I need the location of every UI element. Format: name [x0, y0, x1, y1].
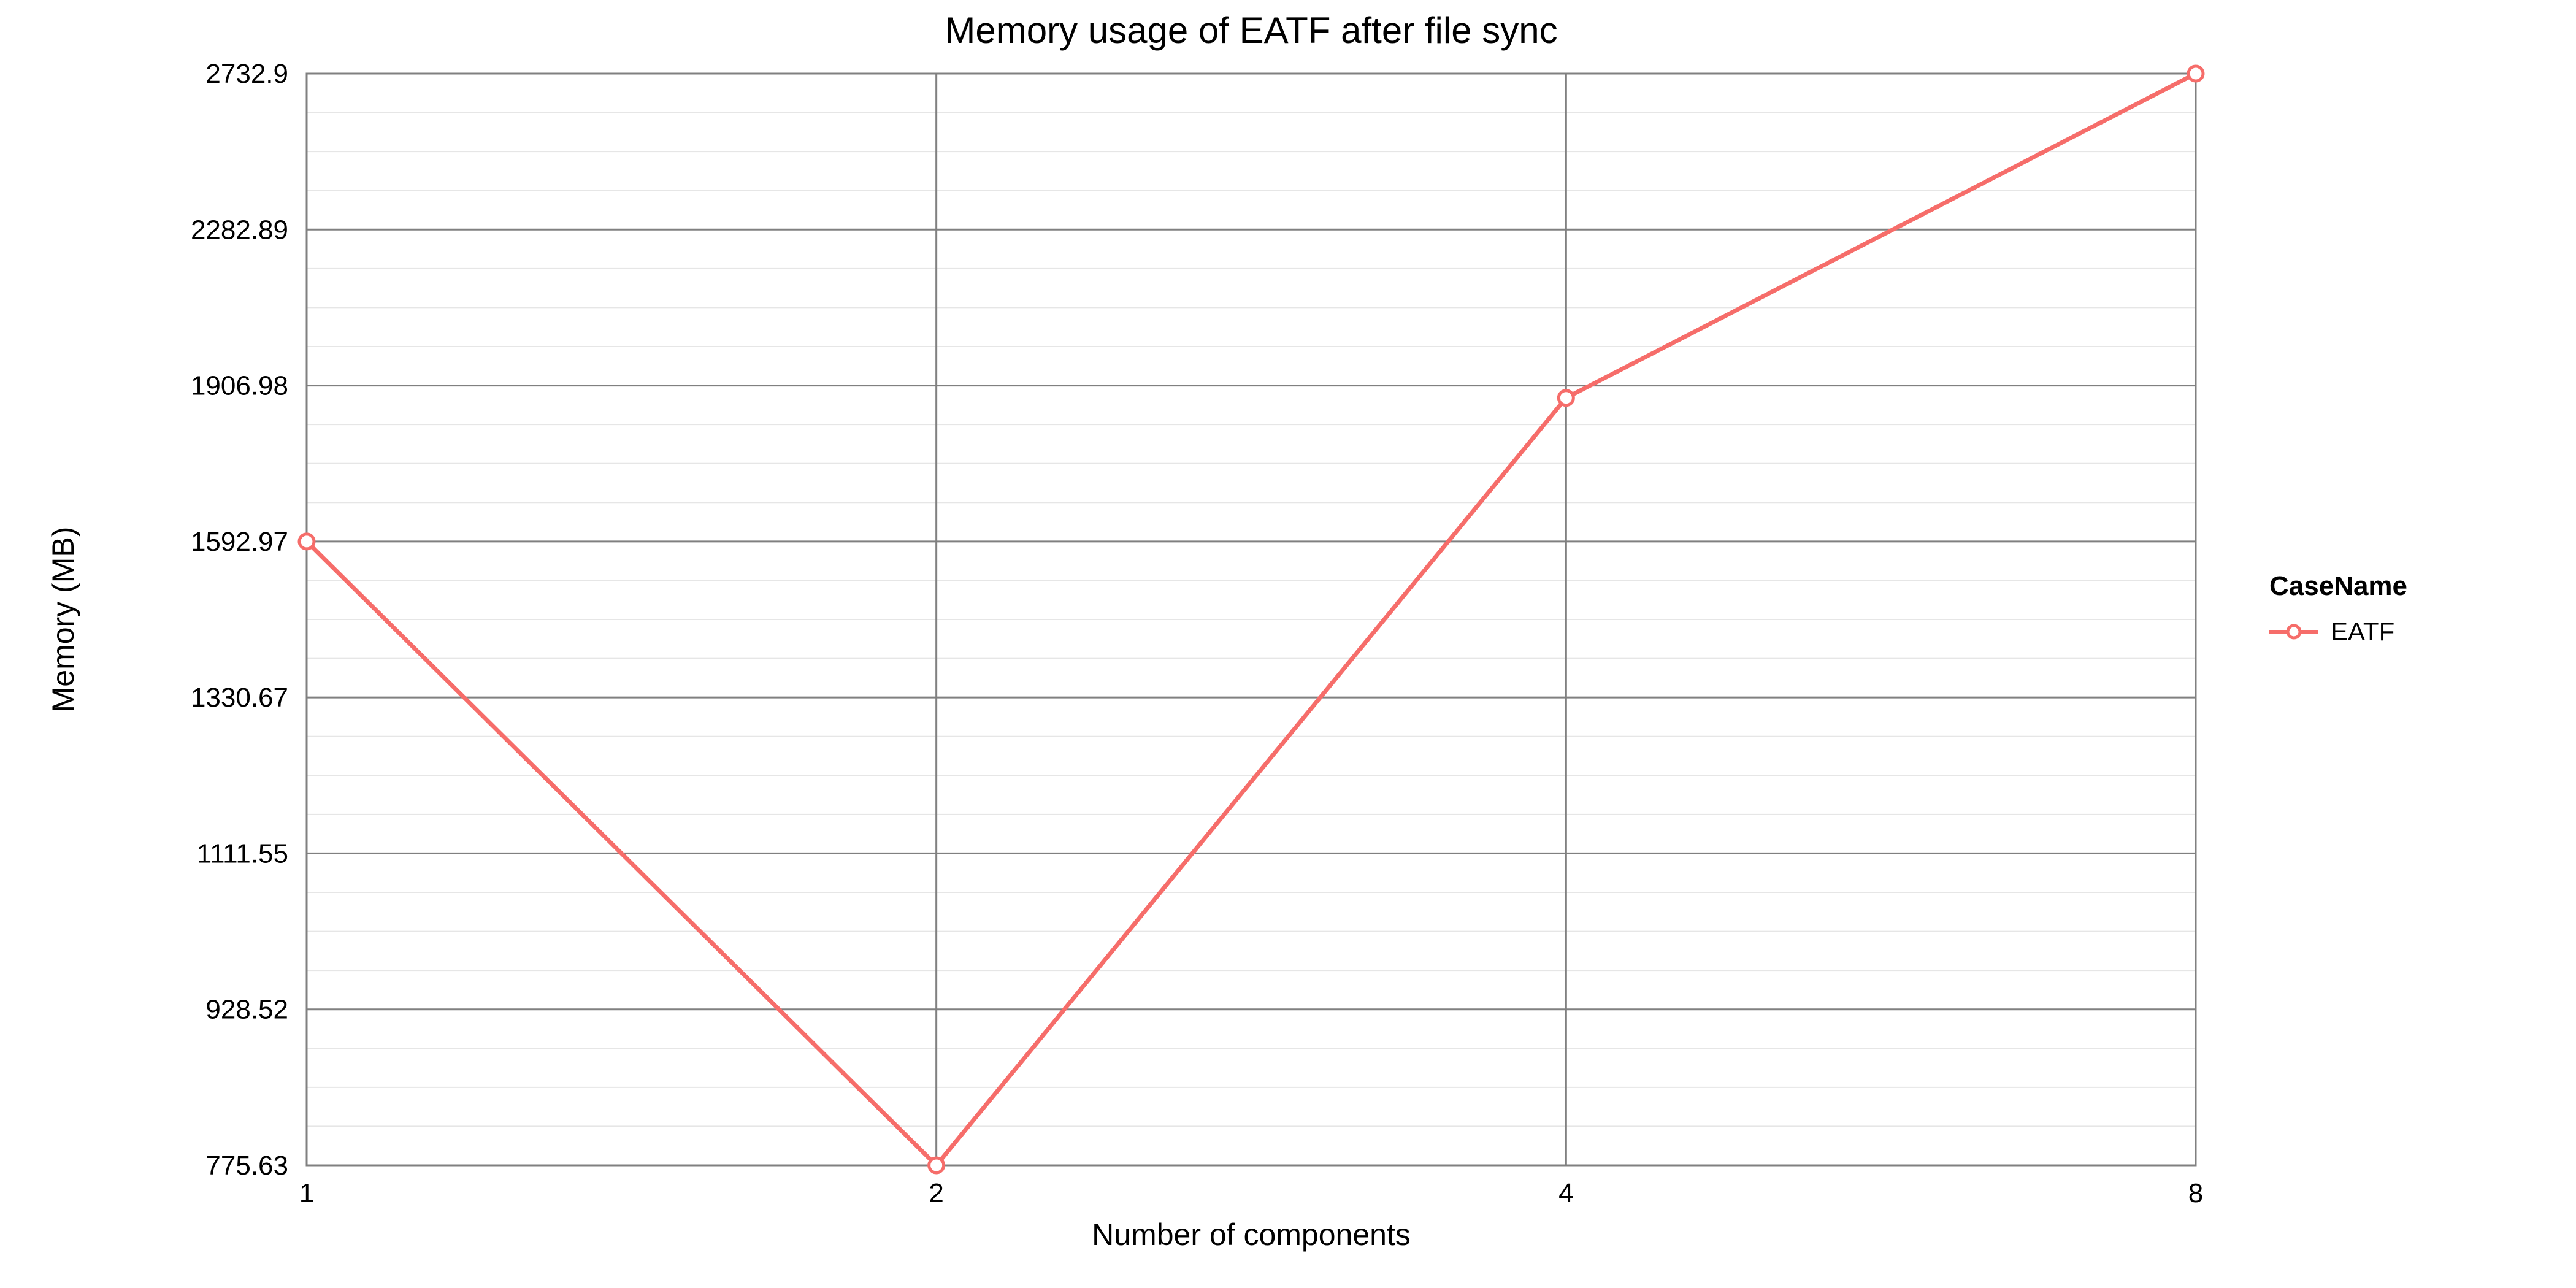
x-tick-label: 1 — [299, 1178, 314, 1208]
x-tick-label: 2 — [929, 1178, 943, 1208]
series-marker — [2188, 66, 2203, 81]
series-marker — [1558, 391, 1573, 405]
y-tick-label: 1592.97 — [191, 527, 288, 557]
series-marker — [299, 534, 314, 549]
chart-title: Memory usage of EATF after file sync — [945, 10, 1557, 51]
chart-svg: Memory usage of EATF after file sync 775… — [0, 0, 2576, 1288]
y-axis-label: Memory (MB) — [46, 527, 80, 713]
legend: CaseName EATF — [2269, 571, 2407, 646]
y-tick-label: 1330.67 — [191, 683, 288, 713]
series-marker — [929, 1158, 944, 1173]
legend-title: CaseName — [2269, 571, 2407, 601]
y-tick-label: 1906.98 — [191, 371, 288, 401]
x-tick-label: 4 — [1558, 1178, 1573, 1208]
legend-item-label: EATF — [2331, 617, 2394, 646]
x-tick-label: 8 — [2188, 1178, 2203, 1208]
x-axis-label: Number of components — [1092, 1217, 1411, 1252]
y-tick-label: 2732.9 — [205, 59, 288, 89]
y-tick-label: 2282.89 — [191, 215, 288, 245]
y-tick-label: 928.52 — [205, 995, 288, 1025]
chart-container: Memory usage of EATF after file sync 775… — [0, 0, 2576, 1288]
y-tick-label: 1111.55 — [197, 838, 288, 868]
legend-swatch-marker — [2288, 626, 2300, 638]
plot-area: 775.63 928.52 1111.55 1330.67 1592.97 1906.98… — [191, 59, 2203, 1208]
legend-items: EATF — [2269, 617, 2394, 646]
y-tick-label: 775.63 — [205, 1151, 288, 1181]
